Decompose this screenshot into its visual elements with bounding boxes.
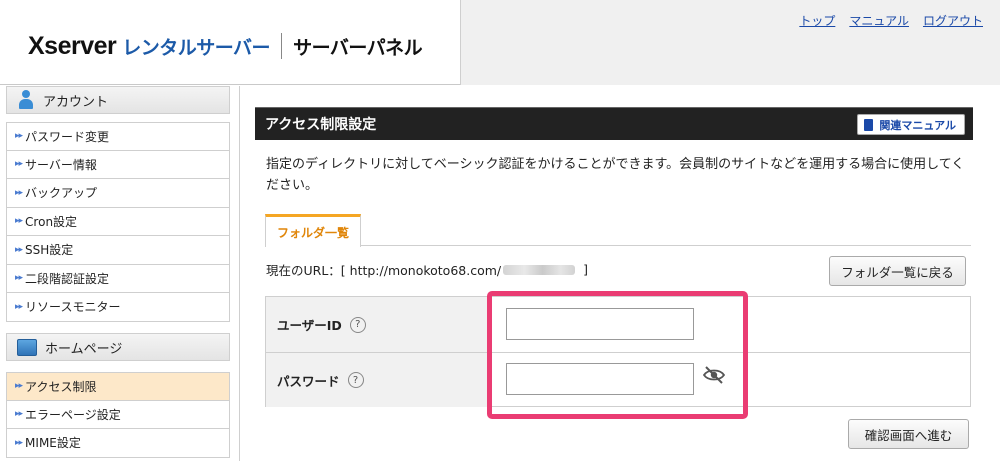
sidebar-item-label: サーバー情報 [25, 157, 97, 172]
logo-brand: Xserver [28, 31, 117, 60]
account-menu: ▸▸ パスワード変更 ▸▸ サーバー情報 ▸▸ バックアップ ▸▸ Cron設定 ▸▸ S… [6, 122, 230, 322]
top-links: トップ マニュアル ログアウト [799, 12, 983, 29]
sidebar-item-label: バックアップ [25, 186, 98, 201]
sidebar-item-label: エラーページ設定 [25, 407, 121, 422]
back-to-folder-list-button[interactable]: フォルダ一覧に戻る [829, 256, 966, 286]
logo-panel: サーバーパネル [293, 36, 423, 59]
page-title-bar: アクセス制限設定 関連マニュアル [255, 107, 973, 140]
sidebar-item-label: アクセス制限 [25, 379, 97, 394]
description: 指定のディレクトリに対してベーシック認証をかけることができます。会員制のサイトな… [266, 157, 965, 193]
arrow-icon: ▸▸ [15, 244, 23, 255]
header: Xserver レンタルサーバー サーバーパネル トップ マニュアル ログアウト [0, 0, 1000, 85]
redacted-path [503, 264, 576, 275]
top-link[interactable]: トップ [799, 12, 835, 29]
sidebar-item-password-change[interactable]: ▸▸ パスワード変更 [6, 122, 230, 151]
user-id-input[interactable] [506, 308, 694, 340]
sidebar-item-label: MIME設定 [25, 436, 81, 451]
sidebar: アカウント ▸▸ パスワード変更 ▸▸ サーバー情報 ▸▸ バックアップ ▸▸ Cron… [0, 86, 240, 461]
url-prefix: 現在のURL：[ http://monokoto68.com/ [266, 263, 502, 278]
logo-separator [281, 33, 283, 59]
tab-bar: フォルダ一覧 [265, 214, 971, 247]
form-row-user-id: ユーザーID ? [266, 297, 970, 352]
password-input[interactable] [506, 363, 694, 395]
page-title: アクセス制限設定 [265, 117, 377, 133]
arrow-icon: ▸▸ [15, 216, 23, 227]
url-suffix: ] [583, 262, 589, 277]
sidebar-item-server-info[interactable]: ▸▸ サーバー情報 [6, 150, 230, 179]
arrow-icon: ▸▸ [15, 159, 23, 170]
sidebar-item-backup[interactable]: ▸▸ バックアップ [6, 179, 230, 208]
tab-folder-list[interactable]: フォルダ一覧 [265, 214, 361, 247]
arrow-icon: ▸▸ [15, 381, 23, 392]
user-id-label-cell: ユーザーID ? [266, 297, 491, 352]
sidebar-item-mime[interactable]: ▸▸ MIME設定 [6, 429, 230, 458]
arrow-icon: ▸▸ [15, 273, 23, 284]
password-label-cell: パスワード ? [266, 353, 491, 407]
sidebar-category-homepage: ホームページ [6, 333, 230, 361]
arrow-icon: ▸▸ [15, 187, 23, 198]
sidebar-item-label: Cron設定 [25, 214, 78, 229]
sidebar-category-account: アカウント [6, 86, 230, 114]
sidebar-item-label: パスワード変更 [25, 129, 110, 144]
arrow-icon: ▸▸ [15, 131, 23, 142]
sidebar-item-two-factor[interactable]: ▸▸ 二段階認証設定 [6, 264, 230, 293]
logo-rental: レンタルサーバー [122, 36, 271, 59]
sidebar-item-error-page[interactable]: ▸▸ エラーページ設定 [6, 400, 230, 429]
password-label: パスワード [277, 373, 340, 389]
proceed-to-confirm-button[interactable]: 確認画面へ進む [848, 419, 969, 449]
logout-link[interactable]: ログアウト [923, 12, 983, 29]
eye-slash-icon[interactable] [702, 365, 726, 385]
arrow-icon: ▸▸ [15, 409, 23, 420]
related-manual-button[interactable]: 関連マニュアル [857, 114, 965, 135]
form-row-password: パスワード ? [266, 352, 970, 407]
user-id-label: ユーザーID [277, 318, 342, 333]
current-url: 現在のURL：[ http://monokoto68.com/ ] [266, 260, 588, 279]
homepage-menu: ▸▸ アクセス制限 ▸▸ エラーページ設定 ▸▸ MIME設定 [6, 372, 230, 458]
sidebar-item-ssh[interactable]: ▸▸ SSH設定 [6, 236, 230, 265]
category-label: アカウント [43, 94, 109, 110]
help-icon[interactable]: ? [349, 316, 366, 333]
arrow-icon: ▸▸ [15, 437, 23, 448]
category-label: ホームページ [45, 341, 123, 357]
sidebar-item-label: SSH設定 [25, 243, 74, 258]
book-icon [864, 118, 874, 131]
sidebar-item-access-restriction[interactable]: ▸▸ アクセス制限 [6, 372, 230, 401]
monitor-icon [17, 338, 37, 356]
arrow-icon: ▸▸ [15, 301, 23, 312]
user-icon [17, 90, 35, 110]
sidebar-item-label: 二段階認証設定 [25, 271, 110, 286]
sidebar-item-cron[interactable]: ▸▸ Cron設定 [6, 207, 230, 236]
manual-link[interactable]: マニュアル [849, 12, 909, 29]
related-manual-label: 関連マニュアル [879, 118, 956, 132]
help-icon[interactable]: ? [347, 372, 364, 388]
auth-form: ユーザーID ? パスワード ? [265, 296, 971, 407]
sidebar-item-label: リソースモニター [25, 300, 121, 315]
logo[interactable]: Xserver レンタルサーバー サーバーパネル [28, 28, 423, 64]
sidebar-item-resource-monitor[interactable]: ▸▸ リソースモニター [6, 293, 230, 322]
